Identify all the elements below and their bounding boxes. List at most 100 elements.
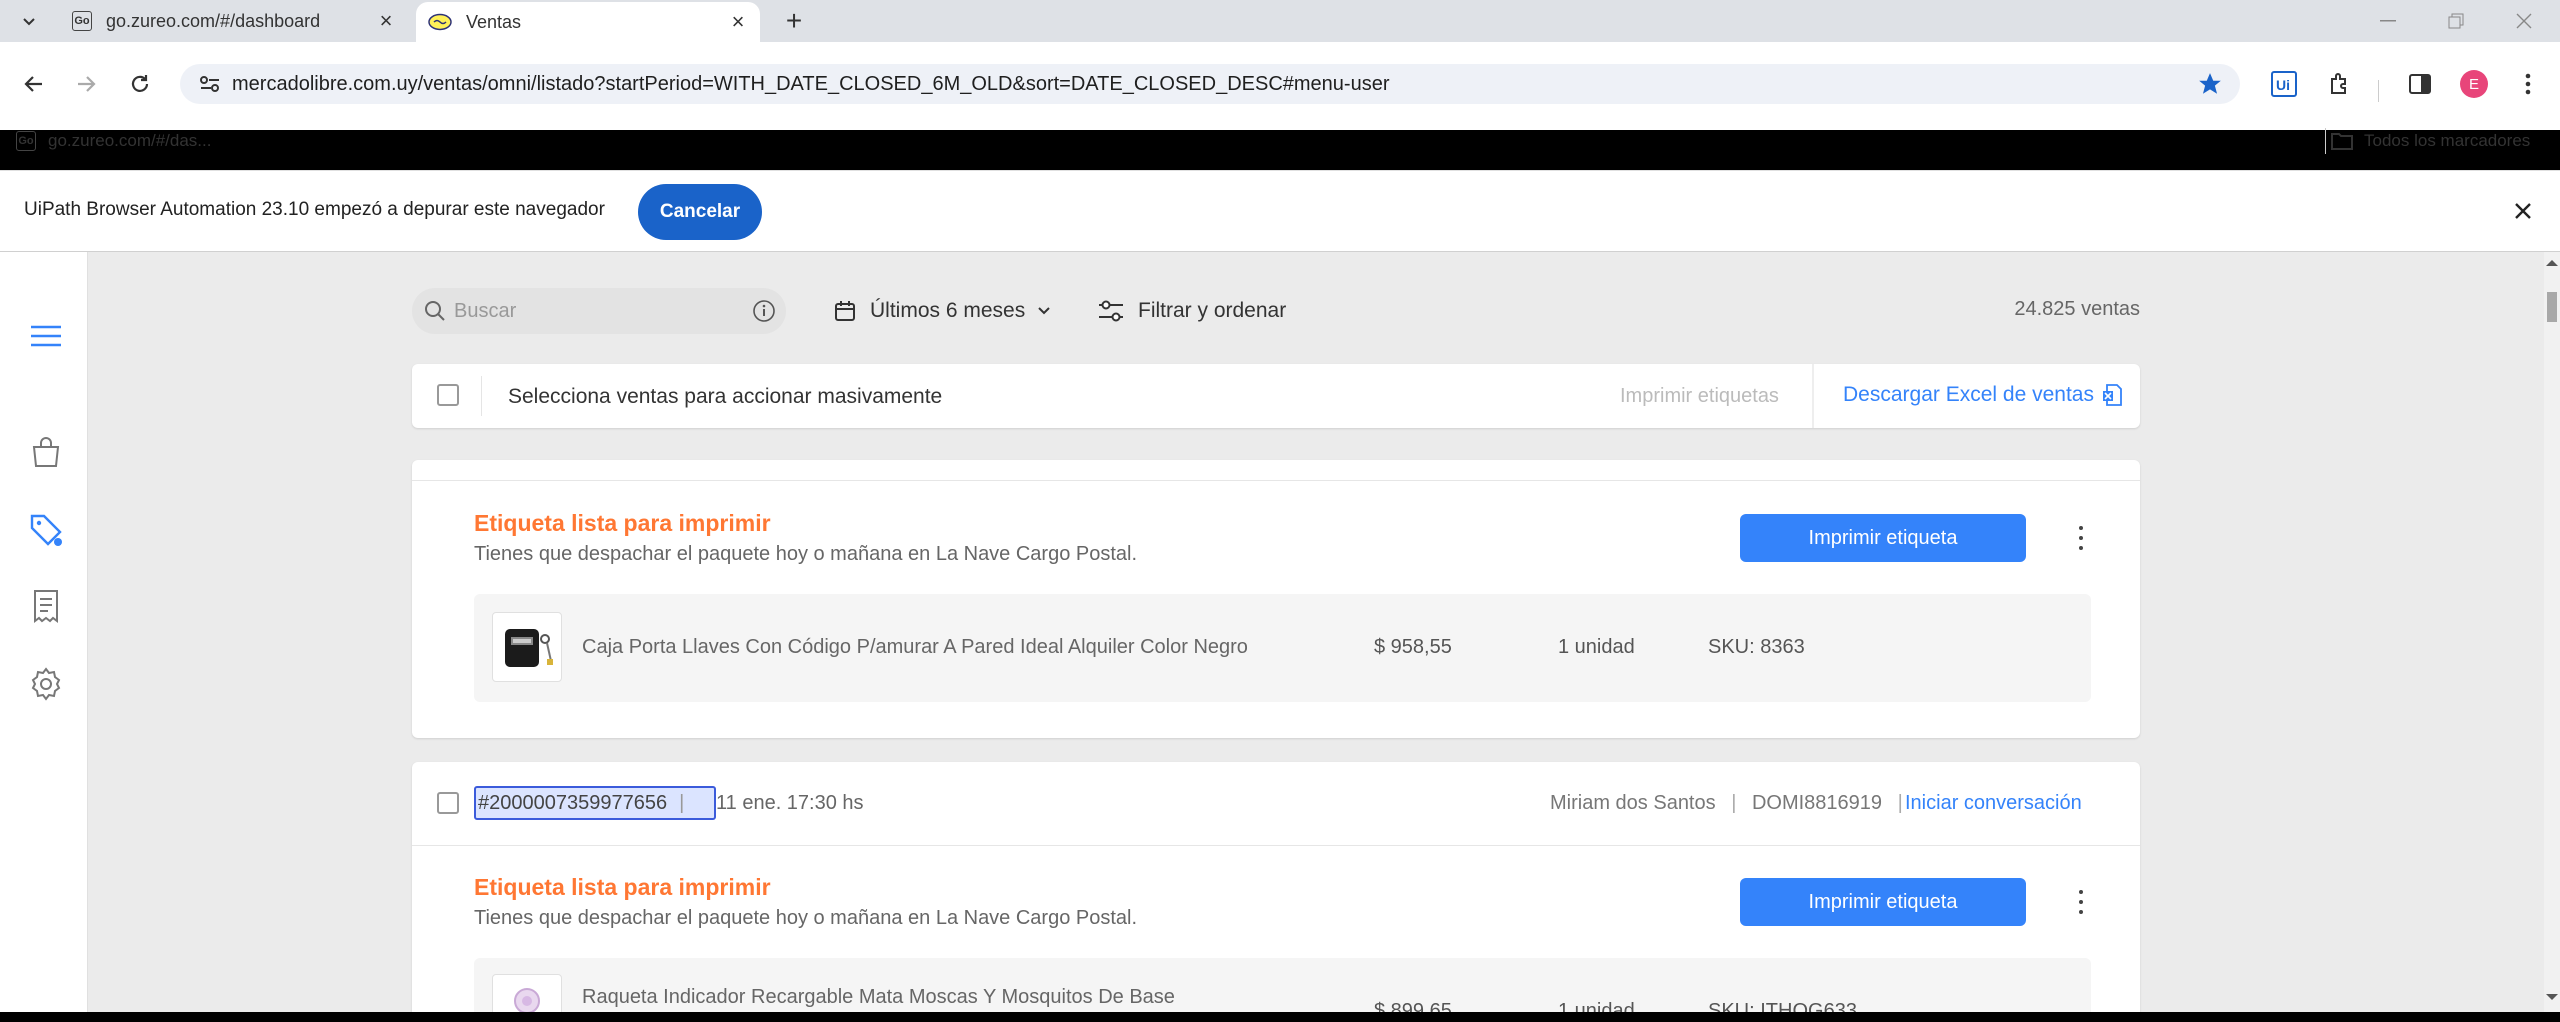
period-filter-dropdown[interactable]: Últimos 6 meses xyxy=(834,294,1051,328)
arrow-left-icon xyxy=(24,76,42,92)
avatar: E xyxy=(2460,70,2488,98)
bookmark-zureo[interactable]: Go go.zureo.com/#/das... xyxy=(16,128,211,154)
search-field[interactable]: Buscar xyxy=(412,288,786,334)
sales-count: 24.825 ventas xyxy=(2014,298,2140,320)
order-number: #2000007359977656 xyxy=(478,791,668,814)
puzzle-icon xyxy=(2331,73,2346,94)
tab-title: Ventas xyxy=(466,11,522,32)
screen-bottom-edge xyxy=(0,1012,2560,1022)
close-infobar-button[interactable] xyxy=(2508,196,2538,226)
order-status-title: Etiqueta lista para imprimir xyxy=(474,510,771,536)
tab-ventas[interactable]: Ventas × xyxy=(416,2,760,42)
debug-infobar: UiPath Browser Automation 23.10 empezó a… xyxy=(0,170,2560,252)
shopping-bag-icon xyxy=(32,437,60,467)
buyer-separator: | xyxy=(1731,792,1737,814)
uipath-extension-button[interactable]: Ui xyxy=(2264,64,2304,104)
receipt-icon xyxy=(34,590,58,623)
restore-button[interactable] xyxy=(2434,6,2478,36)
bookmark-star-icon[interactable] xyxy=(2188,71,2232,97)
download-excel-button[interactable]: Descargar Excel de ventas xyxy=(1843,383,2122,407)
minimize-icon xyxy=(2380,20,2396,22)
print-label-button[interactable]: Imprimir etiqueta xyxy=(1740,878,2026,926)
site-info-icon[interactable] xyxy=(188,75,232,93)
print-label-button[interactable]: Imprimir etiqueta xyxy=(1740,514,2026,562)
card-divider xyxy=(412,845,2140,846)
sidebar-item-purchases[interactable] xyxy=(26,432,66,472)
order-id[interactable]: #2000007359977656 | xyxy=(474,786,716,820)
sidebar-item-billing[interactable] xyxy=(26,586,66,626)
product-quantity: 1 unidad xyxy=(1558,636,1635,658)
period-label: Últimos 6 meses xyxy=(870,299,1026,322)
order-date: 11 ene. 17:30 hs xyxy=(716,792,864,814)
search-placeholder: Buscar xyxy=(454,299,517,322)
scroll-up-icon[interactable] xyxy=(2546,258,2558,266)
search-icon xyxy=(425,301,445,321)
more-vertical-icon xyxy=(2525,73,2531,95)
hamburger-icon xyxy=(31,325,61,347)
tab-search-button[interactable] xyxy=(14,8,44,34)
close-tab-icon[interactable]: × xyxy=(724,8,752,36)
order-more-options-icon[interactable] xyxy=(2071,523,2091,553)
sidebar-item-sales[interactable] xyxy=(26,510,66,550)
side-panel-button[interactable] xyxy=(2400,64,2440,104)
zureo-favicon-icon: Go xyxy=(16,131,36,151)
back-button[interactable] xyxy=(14,64,54,104)
product-thumbnail[interactable] xyxy=(492,612,562,682)
profile-avatar[interactable]: E xyxy=(2454,64,2494,104)
tab-zureo[interactable]: Go go.zureo.com/#/dashboard × xyxy=(60,0,408,42)
key-box-image xyxy=(505,629,553,667)
order-status-subtitle: Tienes que despachar el paquete hoy o ma… xyxy=(474,543,1138,565)
order-id-separator: | xyxy=(679,791,685,814)
buyer-info: Miriam dos Santos | DOMI8816919 | xyxy=(1550,792,1913,815)
product-price: $ 958,55 xyxy=(1374,636,1452,658)
reload-icon xyxy=(131,75,149,92)
reload-button[interactable] xyxy=(120,64,160,104)
arrow-right-icon xyxy=(78,76,96,92)
buyer-nickname: DOMI8816919 xyxy=(1751,792,1883,814)
scroll-down-icon[interactable] xyxy=(2546,994,2558,1002)
close-icon xyxy=(2515,203,2531,219)
filter-sort-button[interactable]: Filtrar y ordenar xyxy=(1098,294,1286,328)
menu-button[interactable] xyxy=(26,316,66,356)
mercadolibre-favicon-icon xyxy=(428,13,452,31)
bulk-divider xyxy=(481,376,482,416)
new-tab-button[interactable]: + xyxy=(778,5,810,36)
sliders-icon xyxy=(1099,300,1123,322)
chat-separator: | xyxy=(1897,792,1903,814)
svg-text:Ui: Ui xyxy=(2276,77,2290,93)
price-tag-icon xyxy=(30,514,62,546)
product-sku: SKU: 8363 xyxy=(1708,636,1805,658)
filter-sort-label: Filtrar y ordenar xyxy=(1138,299,1287,322)
url-text: mercadolibre.com.uy/ventas/omni/listado?… xyxy=(232,72,1390,95)
close-tab-icon[interactable]: × xyxy=(372,7,400,35)
order-select-checkbox[interactable] xyxy=(437,792,459,814)
address-bar[interactable]: mercadolibre.com.uy/ventas/omni/listado?… xyxy=(180,64,2240,104)
cancel-debugging-button[interactable]: Cancelar xyxy=(638,184,762,240)
info-icon xyxy=(753,300,775,322)
browser-menu-button[interactable] xyxy=(2508,64,2548,104)
scroll-thumb[interactable] xyxy=(2547,292,2557,322)
product-title[interactable]: Raqueta Indicador Recargable Mata Moscas… xyxy=(582,986,1175,1009)
product-title[interactable]: Caja Porta Llaves Con Código P/amurar A … xyxy=(582,636,1248,659)
bookmark-label: go.zureo.com/#/das... xyxy=(48,131,212,150)
zureo-favicon-icon: Go xyxy=(72,11,92,31)
excel-file-icon xyxy=(2102,384,2122,406)
start-conversation-link[interactable]: Iniciar conversación xyxy=(1905,792,2082,815)
close-window-button[interactable] xyxy=(2502,6,2546,36)
buyer-name: Miriam dos Santos xyxy=(1550,792,1716,814)
extensions-button[interactable] xyxy=(2320,64,2360,104)
infobar-message: UiPath Browser Automation 23.10 empezó a… xyxy=(24,199,605,220)
all-bookmarks-button[interactable]: Todos los marcadores xyxy=(2330,128,2530,154)
bookmarks-divider xyxy=(2325,128,2326,154)
close-icon xyxy=(2516,13,2532,29)
select-all-checkbox[interactable] xyxy=(437,384,459,406)
minimize-button[interactable] xyxy=(2366,6,2410,36)
page-scrollbar[interactable] xyxy=(2544,252,2560,1012)
download-excel-label: Descargar Excel de ventas xyxy=(1843,383,2094,406)
sidebar xyxy=(0,252,88,1012)
sidebar-item-settings[interactable] xyxy=(26,664,66,704)
all-bookmarks-label: Todos los marcadores xyxy=(2364,131,2531,150)
forward-button[interactable] xyxy=(66,64,106,104)
print-labels-button[interactable]: Imprimir etiquetas xyxy=(1620,385,1779,408)
order-more-options-icon[interactable] xyxy=(2071,887,2091,917)
